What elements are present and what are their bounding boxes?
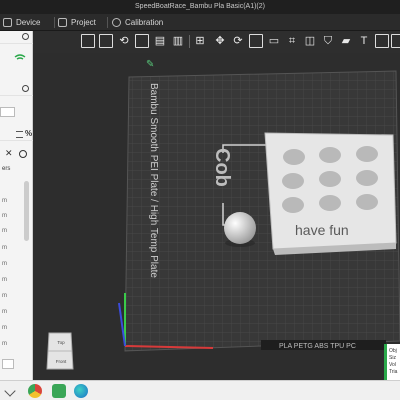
plate-type-label: Bambu Smooth PEI Plate / High Temp Plate [148,83,159,278]
title-bar: SpeedBoatRace_Bambu Pla Basic(A1)(2) [0,0,400,14]
tab-device-label: Device [16,18,41,27]
plate-type-field[interactable] [0,107,15,117]
model-engraved-text: have fun [295,222,349,238]
percent-icon[interactable]: % [25,129,32,138]
app-icon[interactable] [52,384,66,398]
filament-settings-gear-icon[interactable] [22,85,29,92]
auto-arrange-icon[interactable]: ▤ [153,34,167,48]
orient-icon[interactable]: ⟲ [117,34,131,48]
grid-layout-icon[interactable]: ⊞ [193,34,207,48]
value-unit: m [2,309,7,315]
arrange-icon[interactable] [135,34,149,48]
value-unit: m [2,245,7,251]
tab-calibration-label: Calibration [125,18,164,27]
plate-footer: PLA PETG ABS TPU PC [261,340,386,350]
app-window: SpeedBoatRace_Bambu Pla Basic(A1)(2) Dev… [0,0,400,400]
edge-icon[interactable] [74,384,88,398]
project-icon [58,18,67,27]
toolbar-divider [189,35,190,48]
info-line: Obj [389,348,397,354]
value-unit: m [2,293,7,299]
text-tool-icon[interactable]: T [357,34,371,48]
view-cube-top-label[interactable]: Top [57,340,65,345]
value-unit: m [2,228,7,234]
wifi-icon [14,54,26,60]
tab-divider [54,17,55,28]
tab-project-label: Project [71,18,96,27]
tab-device[interactable]: Device [0,14,40,31]
value-unit: m [2,277,7,283]
view-cube-front-label[interactable]: Front [56,359,67,364]
list-view-icon[interactable] [16,131,23,138]
panel-scrollbar[interactable] [24,181,29,241]
taskbar [0,380,400,400]
measure-icon[interactable] [375,34,389,48]
build-plate-scene[interactable]: Bambu Smooth PEI Plate / High Temp Plate… [33,53,400,380]
tab-project[interactable]: Project [58,14,96,31]
edit-pencil-icon[interactable]: ✎ [146,59,154,70]
tab-calibration[interactable]: Calibration [112,14,163,31]
move-icon[interactable]: ✥ [213,34,227,48]
paint-seam-icon[interactable]: ▰ [339,34,353,48]
value-unit: m [2,213,7,219]
toolbar: ⟲ ▤ ▥ ⊞ ✥ ⟳ ▭ ⌗ ◫ ⛉ ▰ T [33,31,400,53]
back-chevron-icon[interactable] [4,385,16,397]
panel-header-process: % [0,128,33,141]
split-icon[interactable]: ▥ [171,34,185,48]
value-unit: m [2,341,7,347]
3d-viewport[interactable]: Bambu Smooth PEI Plate / High Temp Plate… [33,53,400,380]
device-icon [3,18,12,27]
section-label-layers: ers [2,166,11,172]
model-side-text: Cob [211,148,233,187]
info-line: Siz [389,355,396,361]
info-line: Vol [389,362,396,368]
chrome-icon[interactable] [28,384,42,398]
calibration-icon [112,18,121,27]
left-settings-panel: % ✕ ers m m m m m m m m m m [0,31,33,380]
object-info-popup: Obj Siz Vol Tria [384,344,400,380]
sphere-object[interactable] [224,212,256,247]
value-unit: m [2,198,7,204]
value-unit: m [2,325,7,331]
panel-header-filament [0,83,33,96]
filament-compat-label: PLA PETG ABS TPU PC [279,343,356,350]
close-search-icon[interactable]: ✕ [5,148,13,159]
search-icon[interactable] [19,150,27,158]
window-title: SpeedBoatRace_Bambu Pla Basic(A1)(2) [135,3,265,10]
add-object-icon[interactable] [81,34,95,48]
view-cube[interactable]: Top Front [45,331,77,371]
value-unit: m [2,261,7,267]
lay-on-face-icon[interactable]: ▭ [267,34,281,48]
expand-toggle[interactable] [2,359,14,369]
scale-icon[interactable] [249,34,263,48]
cut-icon[interactable]: ⌗ [285,34,299,48]
info-line: Tria [389,369,398,375]
paint-support-icon[interactable]: ⛉ [321,34,335,48]
add-plate-icon[interactable] [99,34,113,48]
panel-header-printer [0,31,33,44]
rotate-icon[interactable]: ⟳ [231,34,245,48]
mesh-boolean-icon[interactable]: ◫ [303,34,317,48]
assemble-icon[interactable] [391,34,400,48]
tab-divider [107,17,108,28]
printer-settings-gear-icon[interactable] [22,33,29,40]
tab-bar: Device Project Calibration [0,14,400,31]
